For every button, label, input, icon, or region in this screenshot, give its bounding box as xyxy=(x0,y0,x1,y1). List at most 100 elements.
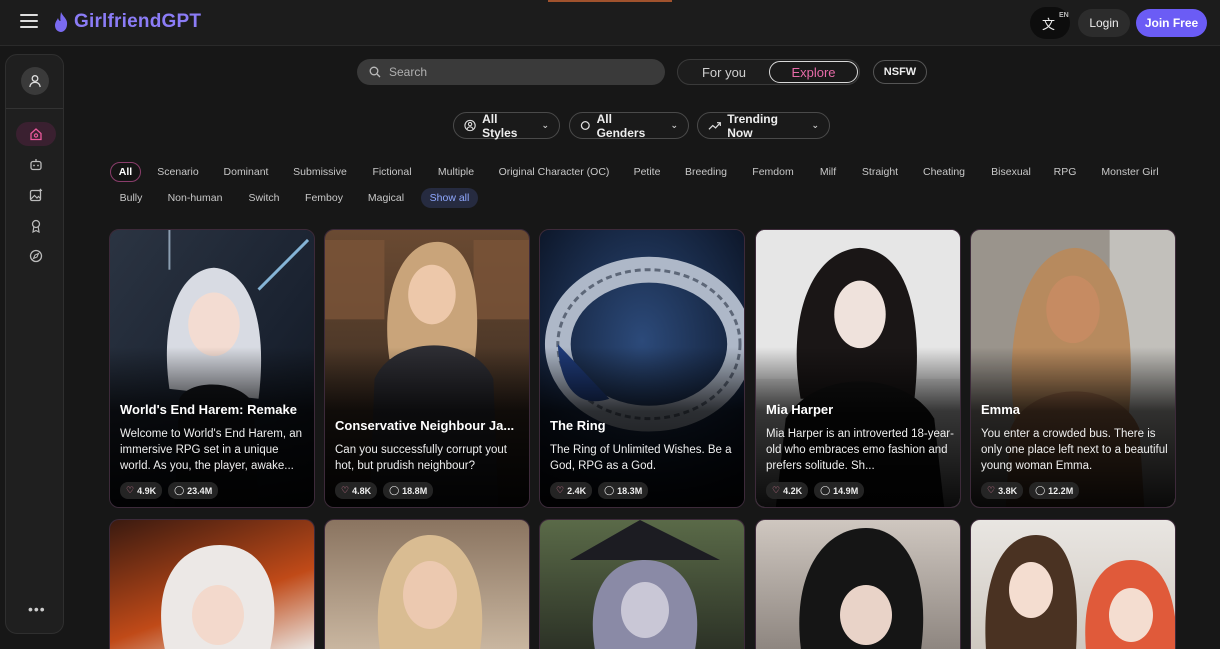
card-description: You enter a crowded bus. There is only o… xyxy=(981,428,1168,472)
chats-count: ◯ 14.9M xyxy=(814,482,865,499)
tag-submissive[interactable]: Submissive xyxy=(288,162,352,182)
gender-icon xyxy=(580,121,590,130)
tag-scenario[interactable]: Scenario xyxy=(152,162,204,182)
likes-count: ♡ 2.4K xyxy=(550,482,593,499)
bot-icon xyxy=(30,159,42,171)
character-card[interactable]: Mia Harper Mia Harper is an introverted … xyxy=(755,229,961,508)
character-card[interactable]: Emma You enter a crowded bus. There is o… xyxy=(970,229,1176,508)
search-icon xyxy=(369,66,381,78)
tag-multiple[interactable]: Multiple xyxy=(432,162,480,182)
tab-for-you[interactable]: For you xyxy=(680,61,768,83)
styles-filter[interactable]: All Styles ⌄ xyxy=(453,112,560,140)
card-stats: ♡ 2.4K ◯ 18.3M xyxy=(550,482,649,499)
genders-filter[interactable]: All Genders ⌄ xyxy=(569,112,689,140)
sidebar-item-bots[interactable] xyxy=(16,152,56,176)
tag-switch[interactable]: Switch xyxy=(243,188,285,208)
card-title: Mia Harper xyxy=(766,402,834,417)
heart-icon: ♡ xyxy=(772,485,781,495)
tab-explore[interactable]: Explore xyxy=(769,61,858,83)
hamburger-icon[interactable] xyxy=(20,14,38,30)
style-icon xyxy=(464,119,476,132)
chats-value: 18.8M xyxy=(402,485,428,496)
sidebar-item-awards[interactable] xyxy=(16,214,56,238)
feed-tabs: For you Explore xyxy=(677,59,860,85)
card-stats: ♡ 3.8K ◯ 12.2M xyxy=(981,482,1080,499)
tag-all[interactable]: All xyxy=(110,162,141,182)
sidebar-item-home[interactable] xyxy=(16,122,56,146)
login-button[interactable]: Login xyxy=(1078,9,1130,37)
logo[interactable]: GirlfriendGPT xyxy=(53,11,201,33)
heart-icon: ♡ xyxy=(126,485,135,495)
more-icon[interactable]: ••• xyxy=(28,601,46,617)
tag-dominant[interactable]: Dominant xyxy=(219,162,273,182)
search-bar[interactable] xyxy=(357,59,665,85)
tag-bully[interactable]: Bully xyxy=(114,188,148,208)
likes-value: 4.8K xyxy=(352,485,372,496)
card-stats: ♡ 4.8K ◯ 18.8M xyxy=(335,482,434,499)
character-image xyxy=(377,535,483,649)
character-image xyxy=(799,528,924,649)
image-generate-icon xyxy=(29,188,43,202)
flame-icon xyxy=(55,12,68,32)
sidebar: ••• xyxy=(5,54,64,634)
chats-count: ◯ 12.2M xyxy=(1029,482,1080,499)
tag-rpg[interactable]: RPG xyxy=(1050,162,1080,182)
tag-straight[interactable]: Straight xyxy=(856,162,904,182)
compass-icon xyxy=(29,249,43,263)
tag-cheating[interactable]: Cheating xyxy=(918,162,970,182)
tag-non-human[interactable]: Non-human xyxy=(164,188,226,208)
likes-count: ♡ 4.2K xyxy=(766,482,809,499)
tag-bisexual[interactable]: Bisexual xyxy=(986,162,1036,182)
chevron-down-icon: ⌄ xyxy=(541,120,549,130)
sort-filter-label: Trending Now xyxy=(727,111,778,140)
card-title: The Ring xyxy=(550,418,606,433)
chats-count: ◯ 23.4M xyxy=(168,482,219,499)
translate-icon: 文 xyxy=(1042,17,1056,32)
character-card[interactable]: The Ring The Ring of Unlimited Wishes. B… xyxy=(539,229,745,508)
chat-bubble-icon: ◯ xyxy=(174,485,185,495)
likes-count: ♡ 4.9K xyxy=(120,482,163,499)
tag-milf[interactable]: Milf xyxy=(813,162,843,182)
tag-magical[interactable]: Magical xyxy=(363,188,409,208)
card-description: Welcome to World's End Harem, an immersi… xyxy=(120,428,303,472)
sidebar-item-image-generate[interactable] xyxy=(16,183,56,207)
chat-bubble-icon: ◯ xyxy=(820,485,831,495)
character-card[interactable]: Conservative Neighbour Ja... Can you suc… xyxy=(324,229,530,508)
sidebar-item-explore[interactable] xyxy=(16,244,56,268)
tag-monster-girl[interactable]: Monster Girl xyxy=(1095,162,1165,182)
language-button[interactable]: 文 EN xyxy=(1030,7,1070,39)
chats-value: 23.4M xyxy=(187,485,213,496)
chats-count: ◯ 18.8M xyxy=(383,482,434,499)
chat-bubble-icon: ◯ xyxy=(389,485,400,495)
tag-petite[interactable]: Petite xyxy=(628,162,666,182)
avatar[interactable] xyxy=(21,67,49,95)
tag-femboy[interactable]: Femboy xyxy=(301,188,347,208)
tag-femdom[interactable]: Femdom xyxy=(748,162,798,182)
join-free-button[interactable]: Join Free xyxy=(1136,9,1207,37)
likes-value: 4.9K xyxy=(137,485,157,496)
card-stats: ♡ 4.2K ◯ 14.9M xyxy=(766,482,865,499)
nsfw-toggle[interactable]: NSFW xyxy=(873,60,927,84)
character-card[interactable] xyxy=(324,519,530,649)
tag-original-character[interactable]: Original Character (OC) xyxy=(495,162,613,182)
character-image xyxy=(570,520,720,649)
chats-value: 14.9M xyxy=(833,485,859,496)
sidebar-divider xyxy=(6,108,63,109)
tag-fictional[interactable]: Fictional xyxy=(366,162,418,182)
likes-count: ♡ 4.8K xyxy=(335,482,378,499)
trending-icon xyxy=(708,121,721,130)
chats-value: 18.3M xyxy=(617,485,643,496)
character-card[interactable] xyxy=(970,519,1176,649)
character-card[interactable] xyxy=(539,519,745,649)
top-bar: GirlfriendGPT 文 EN Login Join Free xyxy=(0,0,1220,46)
likes-value: 2.4K xyxy=(567,485,587,496)
search-input[interactable] xyxy=(389,65,649,79)
tag-breeding[interactable]: Breeding xyxy=(680,162,732,182)
show-all-tags-button[interactable]: Show all xyxy=(421,188,478,208)
character-card[interactable] xyxy=(109,519,315,649)
character-card[interactable] xyxy=(755,519,961,649)
likes-value: 4.2K xyxy=(783,485,803,496)
card-title: Conservative Neighbour Ja... xyxy=(335,418,515,433)
character-card[interactable]: World's End Harem: Remake Welcome to Wor… xyxy=(109,229,315,508)
sort-filter[interactable]: Trending Now ⌄ xyxy=(697,111,830,140)
